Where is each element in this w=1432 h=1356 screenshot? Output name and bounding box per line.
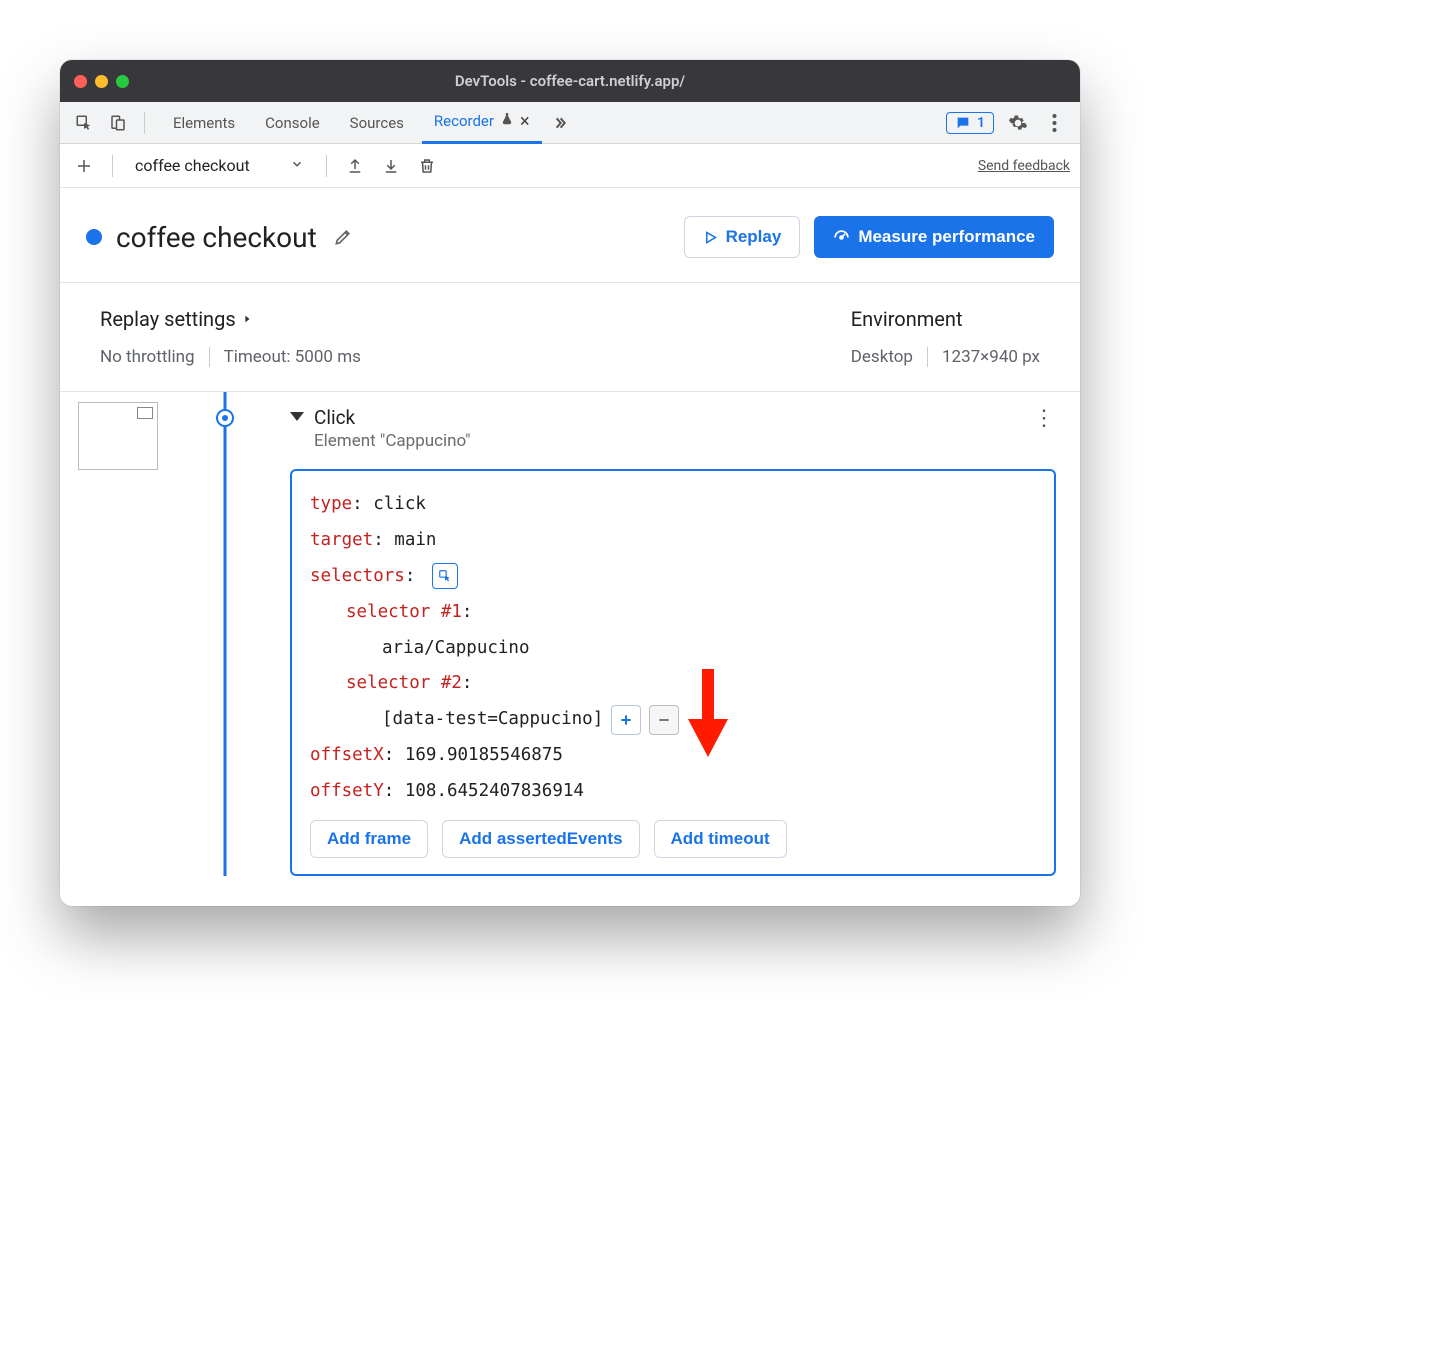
tab-recorder[interactable]: Recorder × bbox=[422, 102, 542, 144]
selector-value[interactable]: [data-test=Cappucino] bbox=[382, 702, 603, 738]
send-feedback-link[interactable]: Send feedback bbox=[978, 158, 1070, 174]
titlebar: DevTools - coffee-cart.netlify.app/ bbox=[60, 60, 1080, 102]
divider bbox=[927, 347, 928, 367]
environment-settings: Environment Desktop 1237×940 px bbox=[851, 307, 1040, 367]
minimize-window-button[interactable] bbox=[95, 75, 108, 88]
recording-name: coffee checkout bbox=[135, 156, 250, 175]
prop-key: type bbox=[310, 494, 352, 514]
prop-colon: : bbox=[462, 673, 473, 693]
timeline bbox=[170, 392, 280, 876]
recorder-toolbar: coffee checkout Send feedback bbox=[60, 144, 1080, 188]
step-kebab-menu[interactable]: ⋮ bbox=[1033, 406, 1056, 431]
step-title: Click bbox=[314, 406, 471, 429]
step-properties: type: click target: main selectors: sele… bbox=[290, 469, 1056, 876]
chevron-right-icon bbox=[242, 307, 252, 331]
replay-button[interactable]: Replay bbox=[684, 216, 801, 258]
close-window-button[interactable] bbox=[74, 75, 87, 88]
chevron-down-icon bbox=[290, 156, 304, 175]
device-toolbar-icon[interactable] bbox=[106, 111, 130, 135]
caret-down-icon bbox=[290, 412, 304, 421]
new-recording-icon[interactable] bbox=[72, 154, 96, 178]
timeout-value: Timeout: 5000 ms bbox=[224, 347, 361, 367]
environment-heading: Environment bbox=[851, 307, 963, 331]
divider bbox=[144, 112, 145, 134]
prop-key: selector #2 bbox=[346, 673, 462, 693]
settings-icon[interactable] bbox=[1006, 111, 1030, 135]
tab-label: Console bbox=[265, 114, 320, 132]
tab-label: Recorder bbox=[434, 112, 494, 130]
tab-console[interactable]: Console bbox=[253, 102, 332, 144]
replay-settings[interactable]: Replay settings No throttling Timeout: 5… bbox=[100, 307, 361, 367]
prop-value[interactable]: : 108.6452407836914 bbox=[384, 781, 584, 801]
window-title: DevTools - coffee-cart.netlify.app/ bbox=[60, 72, 1080, 90]
tab-elements[interactable]: Elements bbox=[161, 102, 247, 144]
viewport-value: 1237×940 px bbox=[942, 347, 1040, 367]
flask-icon bbox=[500, 112, 514, 130]
settings-bar: Replay settings No throttling Timeout: 5… bbox=[60, 282, 1080, 392]
add-asserted-events-button[interactable]: Add assertedEvents bbox=[442, 820, 639, 858]
divider bbox=[112, 155, 113, 177]
recording-header: coffee checkout Replay Measure performan… bbox=[60, 188, 1080, 282]
throttling-value: No throttling bbox=[100, 347, 195, 367]
divider bbox=[209, 347, 210, 367]
prop-colon: : bbox=[462, 602, 473, 622]
prop-key: offsetX bbox=[310, 745, 384, 765]
prop-value[interactable]: : 169.90185546875 bbox=[384, 745, 563, 765]
prop-colon: : bbox=[405, 566, 416, 586]
add-frame-button[interactable]: Add frame bbox=[310, 820, 428, 858]
timeline-node[interactable] bbox=[216, 409, 234, 427]
issues-badge[interactable]: 1 bbox=[946, 112, 994, 134]
step-header[interactable]: Click Element "Cappucino" ⋮ bbox=[290, 406, 1056, 451]
step-thumbnail[interactable] bbox=[78, 402, 158, 470]
add-timeout-button[interactable]: Add timeout bbox=[654, 820, 787, 858]
step-subtitle: Element "Cappucino" bbox=[314, 431, 471, 451]
prop-key: offsetY bbox=[310, 781, 384, 801]
recording-dropdown[interactable]: coffee checkout bbox=[129, 152, 310, 179]
divider bbox=[326, 155, 327, 177]
more-tabs-icon[interactable] bbox=[548, 111, 572, 135]
tab-sources[interactable]: Sources bbox=[338, 102, 416, 144]
edit-title-icon[interactable] bbox=[331, 225, 355, 249]
device-value: Desktop bbox=[851, 347, 913, 367]
replay-label: Replay bbox=[726, 227, 782, 247]
measure-performance-button[interactable]: Measure performance bbox=[814, 216, 1054, 258]
measure-label: Measure performance bbox=[858, 227, 1035, 247]
recording-title: coffee checkout bbox=[116, 221, 317, 254]
prop-value[interactable]: : click bbox=[352, 494, 426, 514]
import-icon[interactable] bbox=[379, 154, 403, 178]
maximize-window-button[interactable] bbox=[116, 75, 129, 88]
prop-key: selector #1 bbox=[346, 602, 462, 622]
recording-status-dot bbox=[86, 229, 102, 245]
traffic-lights bbox=[74, 75, 129, 88]
add-selector-button[interactable] bbox=[611, 705, 641, 735]
close-tab-icon[interactable]: × bbox=[520, 111, 530, 132]
delete-icon[interactable] bbox=[415, 154, 439, 178]
remove-selector-button[interactable] bbox=[649, 705, 679, 735]
tab-label: Sources bbox=[350, 114, 404, 132]
inspect-icon[interactable] bbox=[72, 111, 96, 135]
prop-key: selectors bbox=[310, 566, 405, 586]
export-icon[interactable] bbox=[343, 154, 367, 178]
element-picker-icon[interactable] bbox=[432, 563, 458, 589]
step-area: Click Element "Cappucino" ⋮ type: click … bbox=[60, 392, 1080, 906]
replay-settings-heading: Replay settings bbox=[100, 307, 236, 331]
prop-value[interactable]: : main bbox=[373, 530, 436, 550]
devtools-tabs: Elements Console Sources Recorder × 1 bbox=[60, 102, 1080, 144]
prop-key: target bbox=[310, 530, 373, 550]
tab-label: Elements bbox=[173, 114, 235, 132]
issues-count: 1 bbox=[977, 115, 985, 131]
selector-value[interactable]: aria/Cappucino bbox=[382, 638, 530, 658]
kebab-menu-icon[interactable] bbox=[1042, 111, 1066, 135]
devtools-window: DevTools - coffee-cart.netlify.app/ Elem… bbox=[60, 60, 1080, 906]
